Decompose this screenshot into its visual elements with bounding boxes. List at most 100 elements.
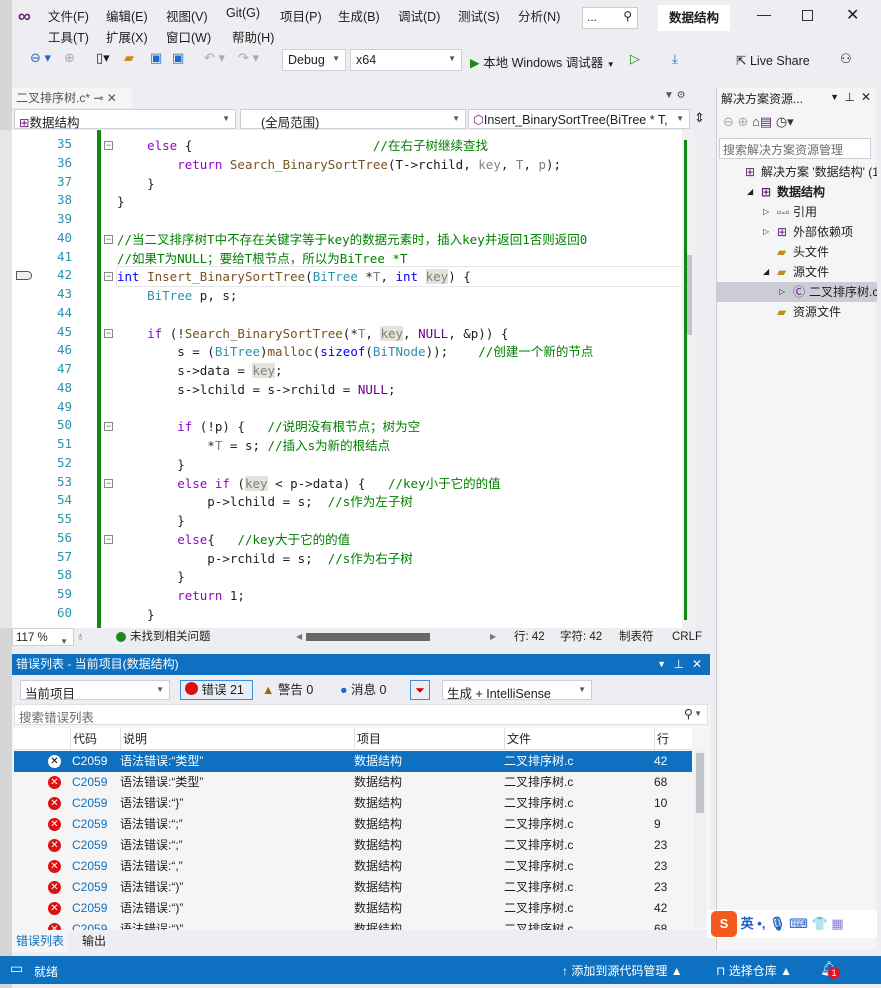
tree-item[interactable]: ◢ ⊞ 数据结构 [717,182,877,202]
feedback-icon[interactable]: ▭ [10,960,23,977]
pin-icon[interactable]: ⊸ [93,91,103,105]
fold-toggle-icon[interactable]: − [104,422,113,432]
close-button[interactable]: ✕ [846,5,859,25]
tree-item[interactable]: ▷ ▫-▫ 引用 [717,202,877,222]
build-source-select[interactable]: 生成 + IntelliSense ▼ [442,680,592,701]
column-header[interactable]: 项目 [354,728,381,750]
member-nav-select[interactable]: ⬡Insert_BinarySortTree(BiTree * T, ▼ [468,109,690,129]
warnings-filter-button[interactable]: ▲ 警告 0 [262,680,313,700]
tree-item[interactable]: ▷ ⊞ 外部依赖项 [717,222,877,242]
minimize-button[interactable]: — [757,6,771,22]
tree-item[interactable]: ▰ 资源文件 [717,302,877,322]
horizontal-scrollbar[interactable]: ◀ ▶ [296,632,496,642]
panel-menu-icon[interactable]: ▼ [657,654,666,675]
solution-search-input[interactable]: 搜索解决方案资源管理 [719,138,871,159]
menu-item[interactable]: 生成(B) [338,6,380,25]
config-select[interactable]: Debug ▼ [282,49,346,71]
menu-item[interactable]: 扩展(X) [106,27,148,46]
tab-overflow-icon[interactable]: ▼ ⚙ [664,90,686,101]
history-icon[interactable]: ◷▾ [776,114,794,129]
menu-item[interactable]: 帮助(H) [232,27,274,46]
expand-toggle-icon[interactable]: ▷ [763,222,769,242]
error-row[interactable]: ✕ C2059 语法错误:“;” 数据结构 二叉排序树.c 9 [14,814,692,835]
search-box[interactable]: ... ⚲ [582,7,638,29]
column-header[interactable]: 文件 [504,728,531,750]
select-repo-button[interactable]: ⊓ 选择仓库 ▲ [716,962,792,979]
feedback-icon[interactable]: ⚇ [840,51,852,67]
column-header[interactable]: 说明 [120,728,147,750]
scope-nav-select[interactable]: (全局范围) ▼ [240,109,466,130]
forward-icon[interactable]: ⊕ [738,114,749,129]
tab-error-list[interactable]: 错误列表 [12,930,69,952]
menu-item[interactable]: 工具(T) [48,27,89,46]
expand-toggle-icon[interactable]: ◢ [763,262,769,282]
start-debug-button[interactable]: ▶ 本地 Windows 调试器 ▼ [470,52,615,71]
menu-item[interactable]: 文件(F) [48,6,89,25]
column-header[interactable]: 行 [654,728,669,750]
error-row[interactable]: ✕ C2059 语法错误:“;” 数据结构 二叉排序树.c 23 [14,835,692,856]
save-all-icon[interactable]: ▣ [172,50,184,66]
pin-icon[interactable]: ⊥ [674,654,684,675]
menu-item[interactable]: 项目(P) [280,6,322,25]
editor-vertical-scrollbar[interactable] [682,130,694,628]
menu-item[interactable]: 调试(D) [398,6,440,25]
start-without-debug-icon[interactable]: ▷ [630,51,640,67]
fold-toggle-icon[interactable]: − [104,328,113,338]
messages-filter-button[interactable]: ● 消息 0 [340,680,386,700]
menu-item[interactable]: 编辑(E) [106,6,148,25]
copilot-icon[interactable]: ♁ [76,628,85,646]
fold-toggle-icon[interactable]: − [104,478,113,488]
step-icon[interactable]: ⤓ [672,51,678,67]
errors-filter-button[interactable]: 错误 21 [180,680,253,700]
forward-icon[interactable]: ⊕ [64,50,75,66]
platform-select[interactable]: x64 ▼ [350,49,462,71]
new-project-icon[interactable]: ▯▾ [96,50,110,66]
line-ending[interactable]: CRLF [672,628,702,646]
keyboard-icon[interactable]: ⌨ [789,916,808,931]
code-editor[interactable]: 35 − else { //在右子树继续查找 36 return Search_Bi… [12,130,694,628]
scope-select[interactable]: 当前项目 ▼ [20,680,170,701]
tree-item[interactable]: ▰ 头文件 [717,242,877,262]
maximize-button[interactable] [802,10,813,21]
error-list-scrollbar[interactable] [694,748,706,928]
error-row[interactable]: ✕ C2059 语法错误:“,” 数据结构 二叉排序树.c 23 [14,856,692,877]
add-source-control-button[interactable]: ↑ 添加到源代码管理 ▲ [562,962,683,979]
fold-toggle-icon[interactable]: − [104,534,113,544]
fold-toggle-icon[interactable]: − [104,234,113,244]
tab-output[interactable]: 输出 [78,930,110,952]
tree-item[interactable]: ⊞ 解决方案 '数据结构' (1 [717,162,877,182]
tab-file[interactable]: 二叉排序树.c* ⊸ ✕ [12,88,132,108]
skin-icon[interactable]: 👕 [812,916,828,931]
health-status[interactable]: 未找到相关问题 [130,628,211,646]
error-row[interactable]: ✕ C2059 语法错误:“)” 数据结构 二叉排序树.c 23 [14,877,692,898]
back-icon[interactable]: ⊖ [723,114,734,129]
back-icon[interactable]: ⊖ ▾ [30,50,51,66]
error-row[interactable]: ✕ C2059 语法错误:“类型” 数据结构 二叉排序树.c 42 [14,751,692,772]
close-panel-icon[interactable]: ✕ [861,90,871,104]
split-icon[interactable]: ⇕ [694,110,705,126]
filter-icon[interactable]: ⏷ [410,680,430,700]
apps-icon[interactable]: ▦ [831,916,843,931]
tree-item[interactable]: ◢ ▰ 源文件 [717,262,877,282]
fold-toggle-icon[interactable]: − [104,272,113,282]
live-share-button[interactable]: ⇱ Live Share [736,53,810,68]
expand-toggle-icon[interactable]: ▷ [763,202,769,222]
redo-icon[interactable]: ↷ ▾ [238,50,259,66]
tab-mode[interactable]: 制表符 [619,628,654,646]
expand-toggle-icon[interactable]: ▷ [779,282,785,302]
error-search-input[interactable]: 搜索错误列表 ⚲ ▼ [14,704,708,725]
mic-icon[interactable]: 🎙 [769,916,786,931]
error-row[interactable]: ✕ C2059 语法错误:“类型” 数据结构 二叉排序树.c 68 [14,772,692,793]
expand-toggle-icon[interactable]: ◢ [747,182,753,202]
menu-item[interactable]: 分析(N) [518,6,560,25]
column-header[interactable]: 代码 [70,728,97,750]
error-row[interactable]: ✕ C2059 语法错误:“}” 数据结构 二叉排序树.c 10 [14,793,692,814]
save-icon[interactable]: ▣ [150,50,162,66]
zoom-select[interactable]: 117 % ▼ [12,628,74,646]
panel-menu-icon[interactable]: ▼ [830,92,839,102]
menu-item[interactable]: Git(G) [226,6,260,20]
project-nav-select[interactable]: ⊞数据结构 ▼ [14,109,236,130]
open-icon[interactable]: ▰ [124,50,134,66]
pin-icon[interactable]: ⊥ [845,90,855,104]
close-tab-icon[interactable]: ✕ [107,91,117,105]
